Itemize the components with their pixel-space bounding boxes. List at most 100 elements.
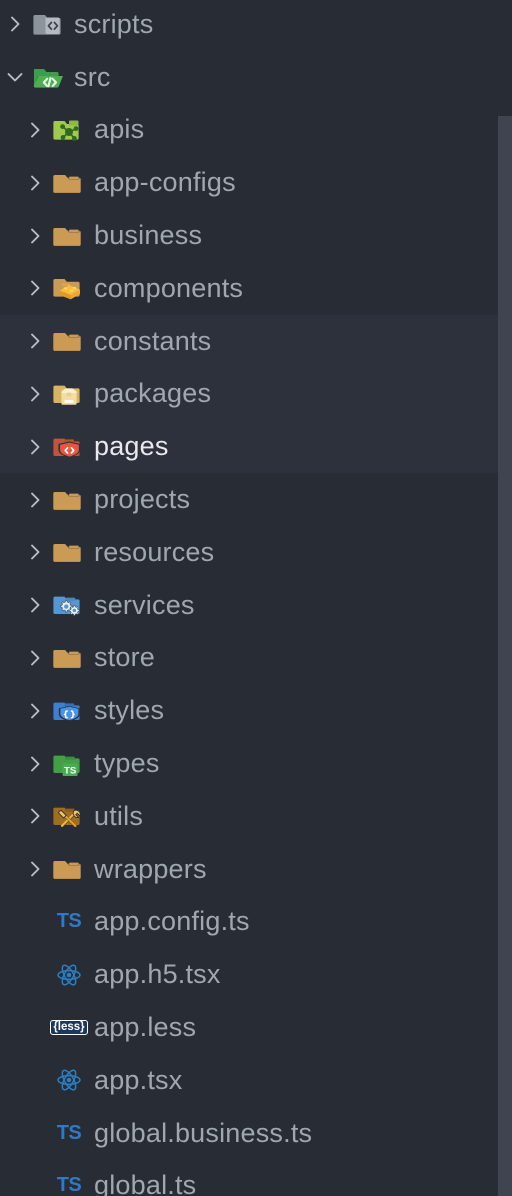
- typescript-badge: TS: [56, 1121, 82, 1144]
- folder-name-label: styles: [94, 695, 165, 726]
- tree-file-row[interactable]: app.h5.tsx: [0, 948, 512, 1001]
- folder-tan-icon: [50, 315, 88, 368]
- chevron-right-icon[interactable]: [20, 209, 50, 262]
- tree-folder-row[interactable]: apis: [0, 104, 512, 157]
- folder-styles-css-icon: [50, 684, 88, 737]
- tree-folder-row[interactable]: store: [0, 632, 512, 685]
- file-name-label: app.config.ts: [94, 906, 250, 937]
- folder-src-green-open-icon: [30, 51, 68, 104]
- typescript-file-icon: TS: [50, 1160, 88, 1196]
- react-file-icon: [50, 1054, 88, 1107]
- folder-name-label: packages: [94, 378, 212, 409]
- folder-code-gray-icon: [30, 0, 68, 51]
- tree-folder-row[interactable]: projects: [0, 473, 512, 526]
- typescript-file-icon: TS: [50, 896, 88, 949]
- chevron-right-icon[interactable]: [20, 315, 50, 368]
- folder-name-label: app-configs: [94, 167, 236, 198]
- folder-packages-box-icon: [50, 368, 88, 421]
- tree-folder-row[interactable]: app-configs: [0, 156, 512, 209]
- tree-folder-row[interactable]: components: [0, 262, 512, 315]
- vertical-scrollbar-track[interactable]: [498, 0, 512, 1196]
- twisty-placeholder: [20, 1001, 50, 1054]
- folder-name-label: src: [74, 61, 111, 92]
- chevron-down-icon[interactable]: [0, 51, 30, 104]
- less-file-icon: {less}: [50, 1001, 88, 1054]
- folder-name-label: services: [94, 589, 195, 620]
- chevron-right-icon[interactable]: [20, 262, 50, 315]
- folder-types-ts-icon: TS: [50, 737, 88, 790]
- less-badge: {less}: [50, 1019, 88, 1036]
- twisty-placeholder: [20, 1160, 50, 1196]
- folder-name-label: wrappers: [94, 853, 207, 884]
- file-explorer-tree[interactable]: scripts src apis app-configs business compone…: [0, 0, 512, 1196]
- folder-name-label: pages: [94, 431, 169, 462]
- tree-folder-row[interactable]: resources: [0, 526, 512, 579]
- twisty-placeholder: [20, 1107, 50, 1160]
- folder-tan-icon: [50, 526, 88, 579]
- folder-tan-icon: [50, 156, 88, 209]
- chevron-right-icon[interactable]: [20, 737, 50, 790]
- folder-tan-icon: [50, 209, 88, 262]
- folder-name-label: utils: [94, 800, 144, 831]
- chevron-right-icon[interactable]: [20, 526, 50, 579]
- tree-folder-row[interactable]: src: [0, 51, 512, 104]
- chevron-right-icon[interactable]: [20, 843, 50, 896]
- twisty-placeholder: [20, 1054, 50, 1107]
- tree-file-row[interactable]: TS global.business.ts: [0, 1107, 512, 1160]
- folder-name-label: types: [94, 748, 160, 779]
- folder-name-label: store: [94, 642, 156, 673]
- chevron-right-icon[interactable]: [20, 790, 50, 843]
- tree-file-row[interactable]: TS app.config.ts: [0, 896, 512, 949]
- chevron-right-icon[interactable]: [20, 156, 50, 209]
- chevron-right-icon[interactable]: [20, 368, 50, 421]
- tree-file-row[interactable]: {less} app.less: [0, 1001, 512, 1054]
- folder-name-label: projects: [94, 484, 191, 515]
- folder-pages-red-icon: [50, 420, 88, 473]
- typescript-file-icon: TS: [50, 1107, 88, 1160]
- folder-tan-icon: [50, 843, 88, 896]
- file-name-label: global.business.ts: [94, 1117, 313, 1148]
- tree-folder-row[interactable]: scripts: [0, 0, 512, 51]
- chevron-right-icon[interactable]: [20, 579, 50, 632]
- chevron-right-icon[interactable]: [20, 104, 50, 157]
- folder-utils-tools-icon: [50, 790, 88, 843]
- file-name-label: app.less: [94, 1012, 197, 1043]
- chevron-right-icon[interactable]: [20, 473, 50, 526]
- tree-folder-row[interactable]: pages: [0, 420, 512, 474]
- tree-folder-row[interactable]: packages: [0, 367, 512, 421]
- chevron-right-icon[interactable]: [20, 684, 50, 737]
- folder-name-label: apis: [94, 114, 145, 145]
- tree-folder-row[interactable]: styles: [0, 684, 512, 737]
- typescript-badge: TS: [56, 910, 82, 933]
- tree-folder-row[interactable]: TS types: [0, 737, 512, 790]
- folder-api-green-icon: [50, 104, 88, 157]
- file-name-label: app.h5.tsx: [94, 959, 221, 990]
- tree-file-row[interactable]: TS global.ts: [0, 1160, 512, 1196]
- file-name-label: app.tsx: [94, 1064, 183, 1095]
- tree-folder-row[interactable]: utils: [0, 790, 512, 843]
- twisty-placeholder: [20, 948, 50, 1001]
- tree-file-row[interactable]: app.tsx: [0, 1054, 512, 1107]
- svg-text:TS: TS: [64, 765, 77, 776]
- folder-name-label: business: [94, 220, 203, 251]
- folder-name-label: resources: [94, 536, 215, 567]
- tree-folder-row[interactable]: constants: [0, 314, 512, 368]
- folder-name-label: components: [94, 272, 244, 303]
- tree-folder-row[interactable]: services: [0, 579, 512, 632]
- chevron-right-icon[interactable]: [20, 632, 50, 685]
- folder-name-label: constants: [94, 325, 212, 356]
- vertical-scrollbar-thumb[interactable]: [498, 116, 512, 1196]
- typescript-badge: TS: [56, 1174, 82, 1196]
- folder-tan-icon: [50, 632, 88, 685]
- twisty-placeholder: [20, 896, 50, 949]
- file-name-label: global.ts: [94, 1170, 197, 1196]
- folder-tan-icon: [50, 473, 88, 526]
- folder-name-label: scripts: [74, 8, 154, 39]
- folder-services-gear-icon: [50, 579, 88, 632]
- folder-components-brick-icon: [50, 262, 88, 315]
- chevron-right-icon[interactable]: [20, 420, 50, 473]
- react-file-icon: [50, 948, 88, 1001]
- tree-folder-row[interactable]: wrappers: [0, 843, 512, 896]
- chevron-right-icon[interactable]: [0, 0, 30, 51]
- tree-folder-row[interactable]: business: [0, 209, 512, 262]
